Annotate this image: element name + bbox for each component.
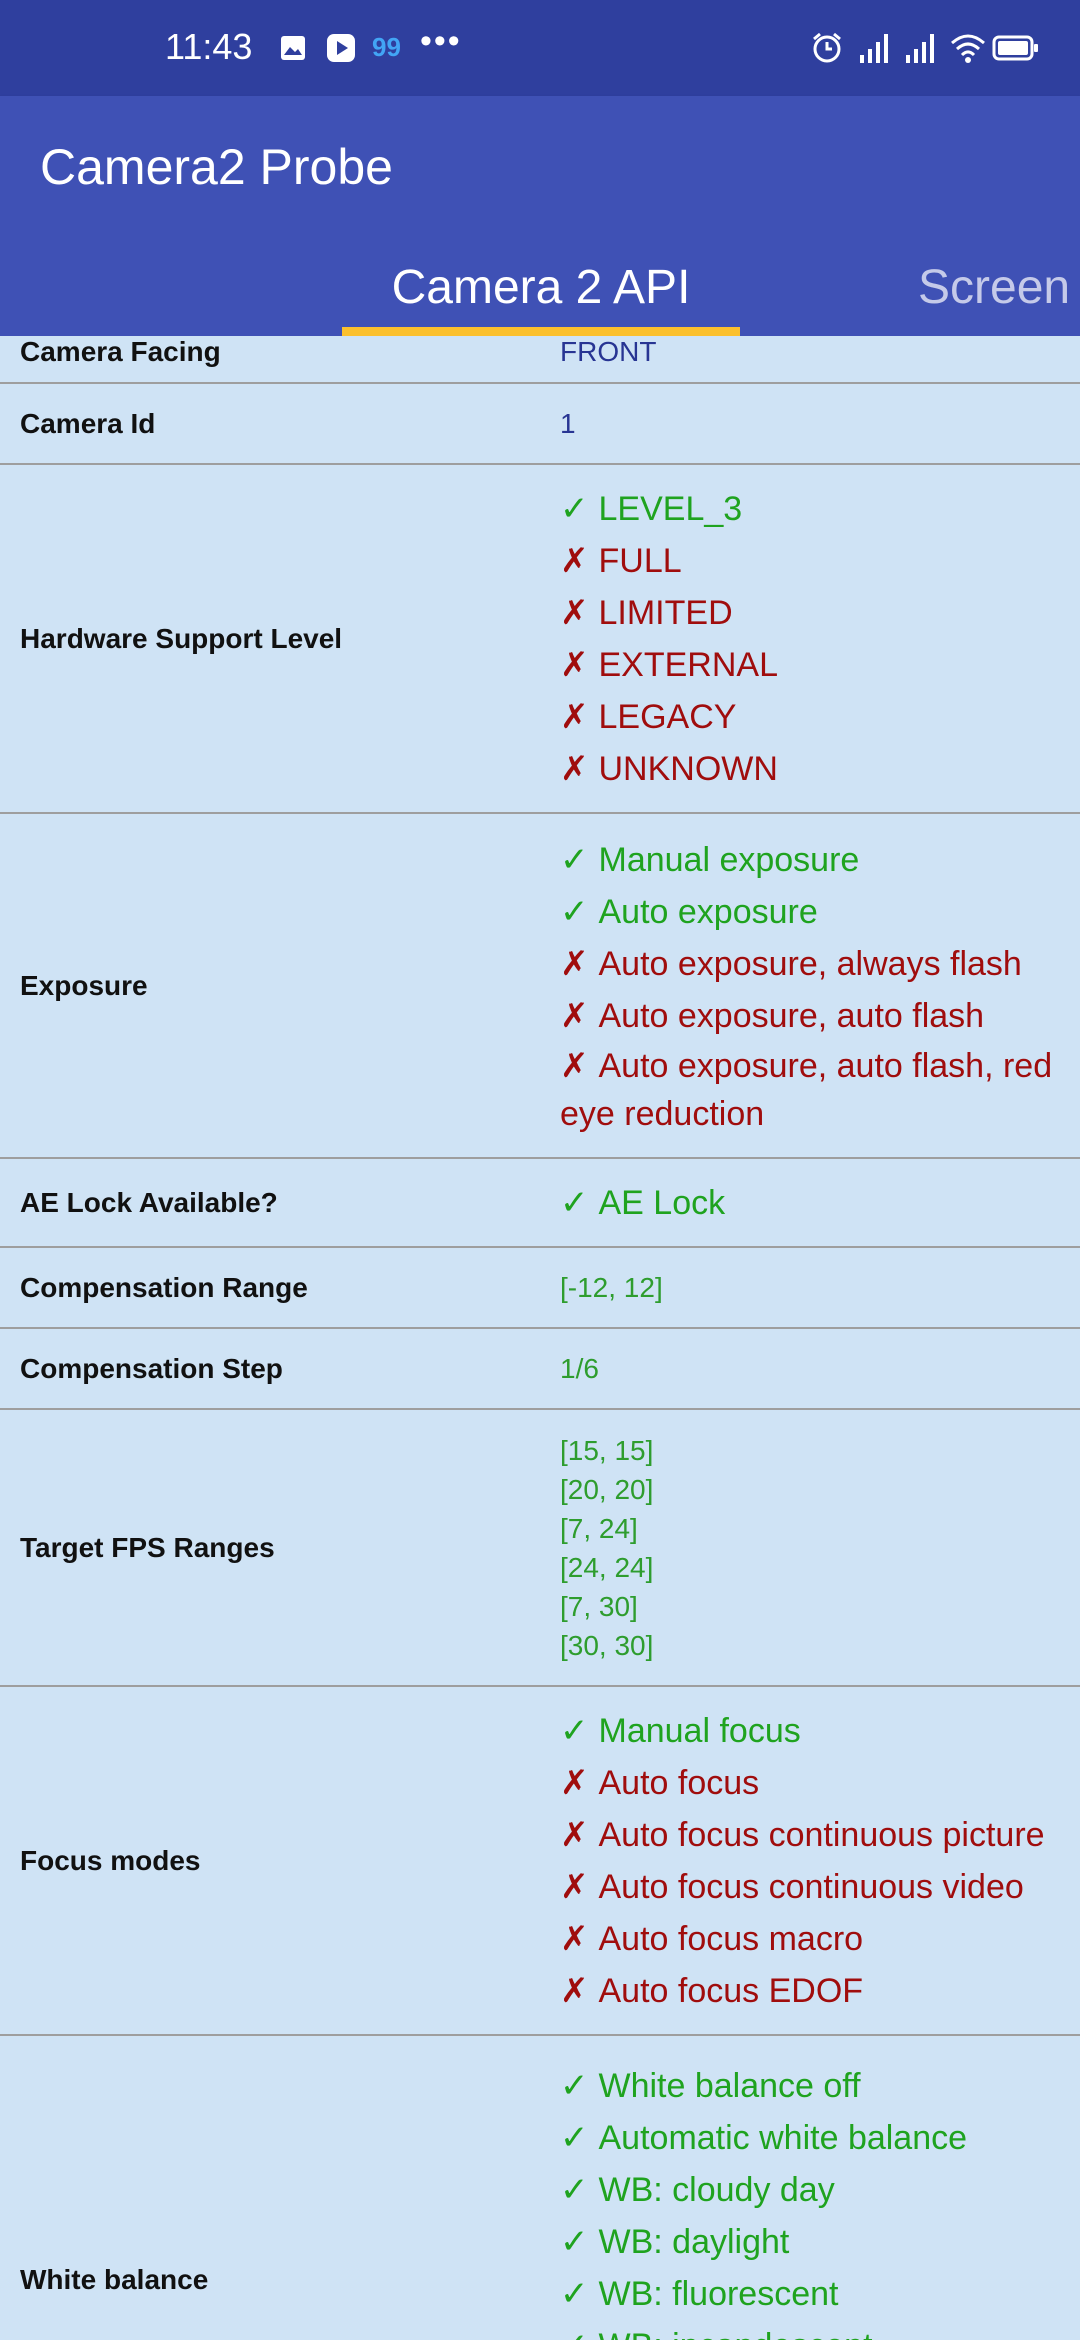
list-item: ✓ Manual exposure [560, 840, 860, 879]
list-item: ✗ EXTERNAL [560, 645, 778, 684]
list-item: ✗ Auto focus continuous video [560, 1867, 1024, 1906]
wifi-icon [950, 30, 986, 66]
list-item: ✓ Automatic white balance [560, 2119, 968, 2157]
cross-icon: ✗ [560, 996, 589, 1035]
row-exposure: Exposure ✓ Manual exposure ✓ Auto exposure… [0, 814, 1080, 1159]
list-item: ✗ Auto exposure, auto flash [560, 996, 985, 1035]
list-item: ✓ WB: fluorescent [560, 2275, 839, 2313]
notification-count-badge: 99 [372, 32, 401, 62]
cross-icon: ✗ [560, 1919, 589, 1958]
check-icon: ✓ [560, 892, 589, 931]
battery-icon [992, 30, 1040, 66]
fps-range: [7, 24] [560, 1512, 638, 1544]
list-item: ✓ Manual focus [560, 1711, 801, 1750]
row-hardware-support-level: Hardware Support Level ✓ LEVEL_3 ✗ FULL ✗ L… [0, 465, 1080, 814]
row-camera-facing: Camera Facing FRONT [0, 336, 1080, 384]
list-item: ✓ AE Lock [560, 1183, 726, 1222]
check-icon: ✓ [560, 2067, 589, 2105]
alarm-icon [810, 30, 844, 66]
cross-icon: ✗ [560, 645, 589, 684]
list-item: ✗ LEGACY [560, 697, 737, 736]
list-item: ✓ LEVEL_3 [560, 489, 743, 528]
fps-range: [30, 30] [560, 1629, 654, 1661]
check-icon: ✓ [560, 2171, 589, 2209]
row-label: White balance [20, 2264, 209, 2295]
row-label: AE Lock Available? [20, 1186, 278, 1218]
check-icon: ✓ [560, 489, 589, 528]
row-target-fps-ranges: Target FPS Ranges [15, 15] [20, 20] [7, … [0, 1410, 1080, 1687]
notification-image-icon [278, 30, 308, 66]
tab-camera-2-api[interactable]: Camera 2 API [342, 260, 740, 315]
list-item: ✗ Auto focus continuous picture [560, 1815, 1045, 1854]
list-item: ✓WB: incandescent [560, 2320, 1070, 2340]
row-value: 1 [560, 407, 576, 439]
row-label: Compensation Range [20, 1271, 308, 1303]
list-item: ✗ Auto focus [560, 1763, 760, 1802]
cross-icon: ✗ [560, 593, 589, 632]
list-item: ✓ Auto exposure [560, 892, 818, 931]
row-label: Compensation Step [20, 1352, 283, 1384]
play-icon [325, 30, 357, 66]
row-label: Target FPS Ranges [20, 1531, 275, 1563]
check-icon: ✓ [560, 2275, 589, 2313]
row-label: Hardware Support Level [20, 622, 343, 654]
more-notifications-icon: ••• [420, 22, 462, 60]
list-item: ✗ Auto focus EDOF [560, 1971, 864, 2010]
row-value: FRONT [560, 336, 657, 367]
check-icon: ✓ [560, 2119, 589, 2157]
row-label: Camera Facing [20, 336, 221, 367]
row-value: [-12, 12] [560, 1272, 663, 1303]
cross-icon: ✗ [560, 541, 589, 580]
list-item: ✓ WB: daylight [560, 2223, 790, 2261]
list-item: ✗ Auto exposure, auto flash, red eye redu… [560, 1046, 1053, 1133]
signal-1-icon [858, 30, 892, 66]
camera-properties-list[interactable]: Camera Facing FRONT Camera Id 1 Hardware… [0, 336, 1080, 2340]
status-time: 11:43 [165, 26, 253, 67]
list-item: ✓ WB: cloudy day [560, 2171, 835, 2209]
cross-icon: ✗ [560, 1867, 589, 1906]
check-icon: ✓ [560, 1183, 589, 1222]
fps-range: [7, 30] [560, 1590, 638, 1622]
list-item: ✗ Auto exposure, always flash [560, 944, 1022, 983]
fps-range: [20, 20] [560, 1473, 654, 1505]
list-item: ✗ LIMITED [560, 593, 733, 632]
check-icon: ✓ [560, 1711, 589, 1750]
list-item: ✗ Auto focus macro [560, 1919, 864, 1958]
cross-icon: ✗ [560, 1046, 589, 1085]
cross-icon: ✗ [560, 1815, 589, 1854]
tab-screen[interactable]: Screen [918, 260, 1070, 315]
app-title: Camera2 Probe [40, 139, 393, 195]
row-label: Camera Id [20, 407, 156, 439]
check-icon: ✓ [560, 2223, 589, 2261]
row-label: Focus modes [20, 1844, 201, 1876]
check-icon: ✓ [560, 2327, 589, 2340]
signal-2-icon [904, 30, 938, 66]
row-compensation-range: Compensation Range [-12, 12] [0, 1248, 1080, 1329]
fps-range: [24, 24] [560, 1551, 654, 1583]
status-bar: 11:43 99 ••• [0, 0, 1080, 96]
check-icon: ✓ [560, 840, 589, 879]
app-bar: Camera2 Probe [0, 96, 1080, 240]
list-item: ✗ UNKNOWN [560, 749, 778, 788]
row-value: 1/6 [560, 1353, 599, 1384]
active-tab-indicator [342, 327, 740, 336]
row-label: Exposure [20, 969, 148, 1001]
cross-icon: ✗ [560, 697, 589, 736]
fps-range: [15, 15] [560, 1434, 654, 1466]
tab-bar: Camera 2 API Screen [0, 240, 1080, 336]
row-white-balance: White balance ✓ White balance off ✓ Automa… [0, 2036, 1080, 2340]
row-ae-lock-available: AE Lock Available? ✓ AE Lock [0, 1159, 1080, 1248]
cross-icon: ✗ [560, 749, 589, 788]
list-item: ✓ White balance off [560, 2067, 861, 2105]
row-focus-modes: Focus modes ✓ Manual focus ✗ Auto focus ✗ A… [0, 1687, 1080, 2036]
row-compensation-step: Compensation Step 1/6 [0, 1329, 1080, 1410]
cross-icon: ✗ [560, 944, 589, 983]
row-camera-id: Camera Id 1 [0, 384, 1080, 465]
cross-icon: ✗ [560, 1763, 589, 1802]
list-item: ✗ FULL [560, 541, 682, 580]
cross-icon: ✗ [560, 1971, 589, 2010]
